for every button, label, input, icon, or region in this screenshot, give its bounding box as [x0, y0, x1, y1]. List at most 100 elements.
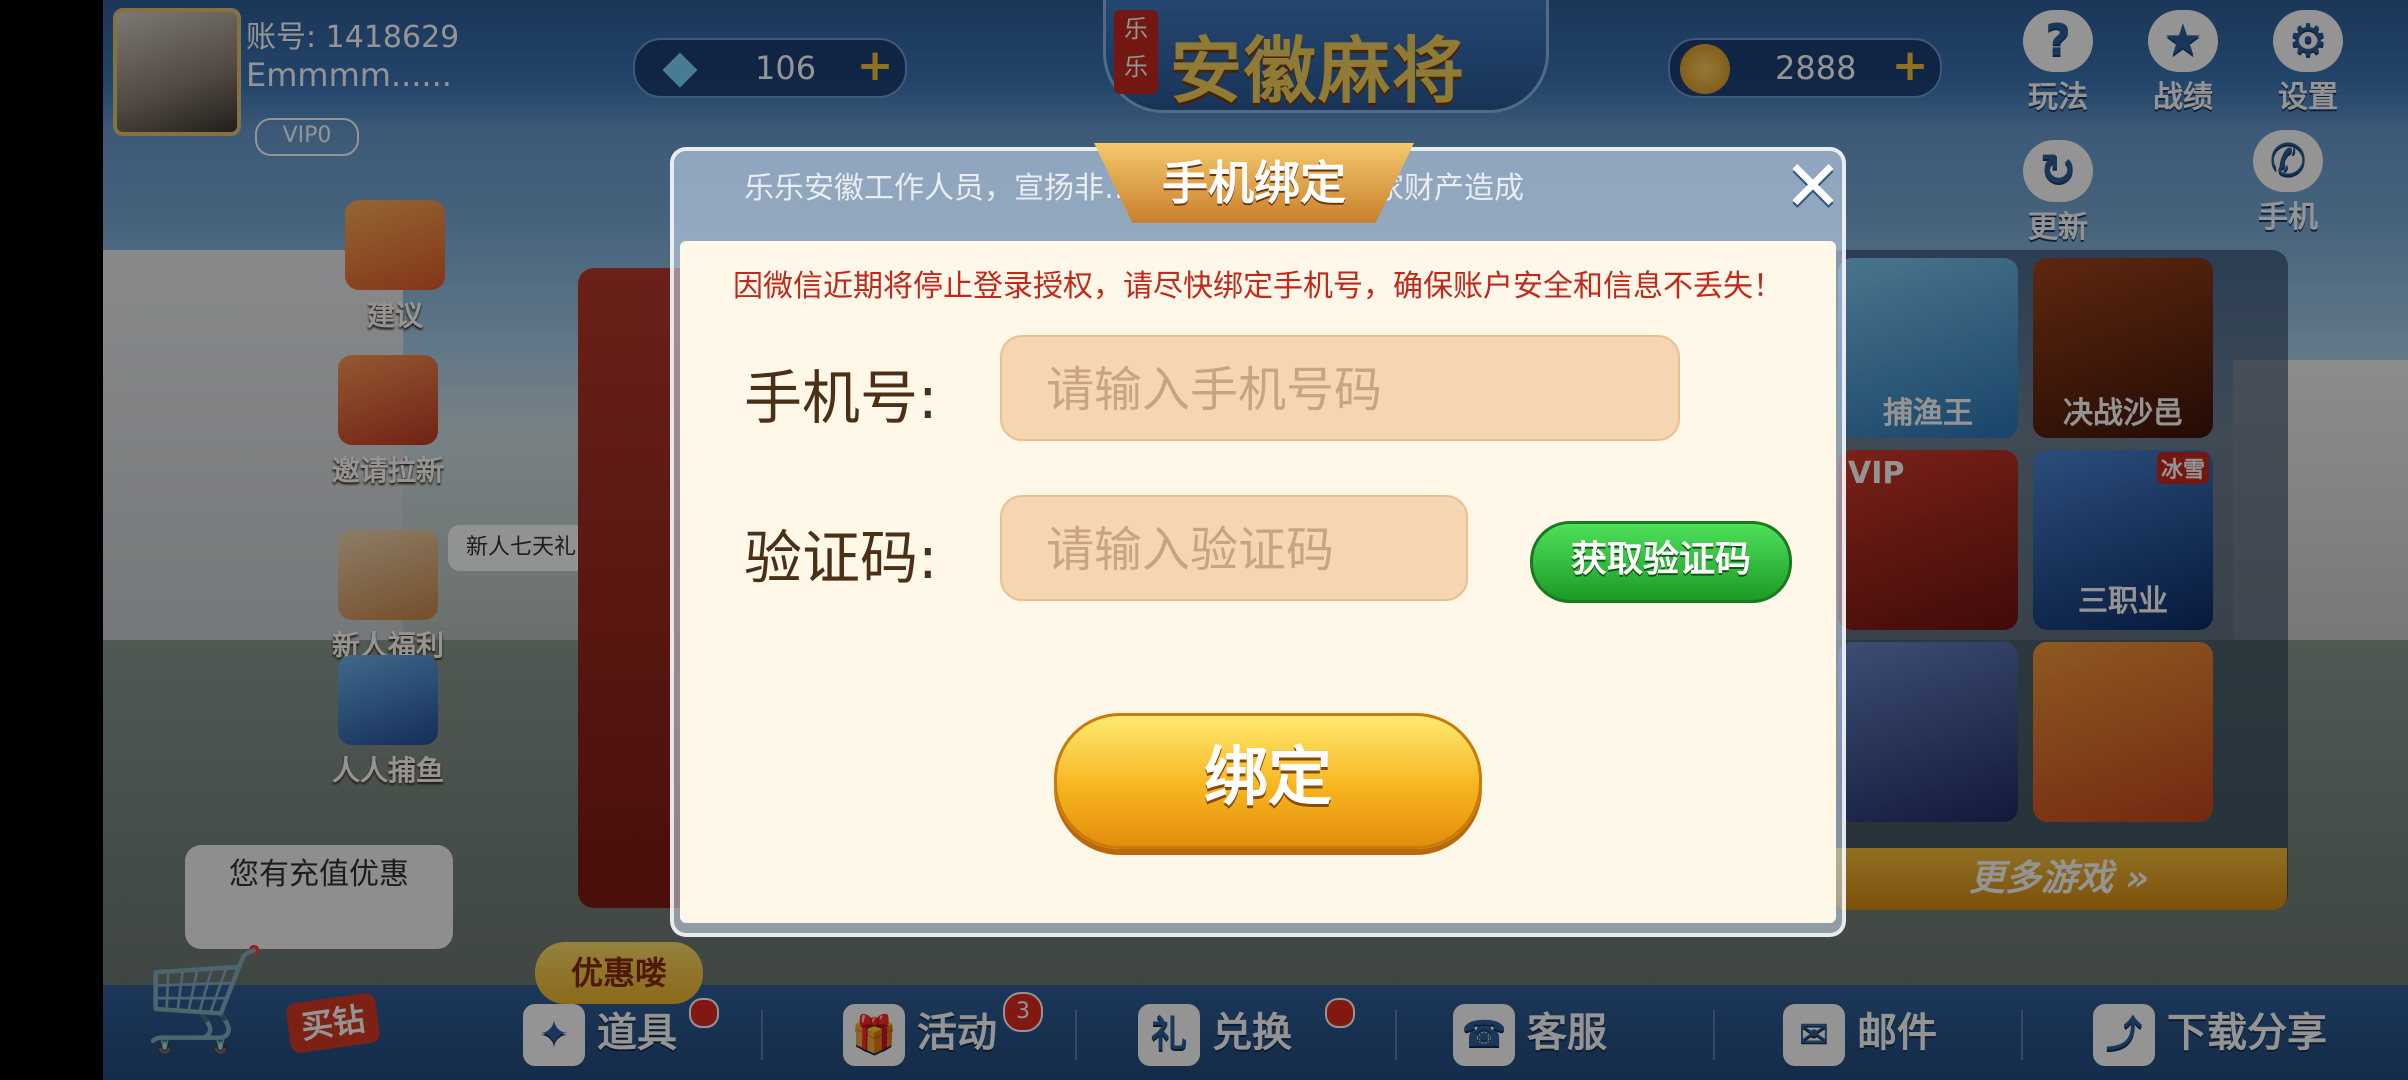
gift-icon: 🎁: [843, 1004, 905, 1066]
phone-icon: ✆: [2253, 130, 2323, 192]
activity-button[interactable]: 🎁 活动: [843, 995, 997, 1071]
game-tile-hero[interactable]: [1838, 642, 2018, 822]
gift-box-icon: 礼: [1138, 1004, 1200, 1066]
vip-badge[interactable]: VIP0: [255, 118, 359, 156]
phone-label: 手机号:: [744, 364, 938, 432]
left-house-scenery: [103, 250, 403, 670]
mail-label: 邮件: [1857, 1010, 1937, 1056]
diamond-balance: ◆ 106 +: [633, 38, 907, 98]
get-code-button[interactable]: 获取验证码: [1530, 521, 1792, 603]
divider: [1075, 1010, 1077, 1060]
buy-diamond-button[interactable]: 买钻: [284, 991, 382, 1055]
suggest-label: 建议: [366, 299, 423, 332]
game-tile-tag: 冰雪: [2156, 452, 2209, 484]
game-tile-label: VIP: [1848, 456, 1905, 491]
divider: [1395, 1010, 1397, 1060]
newbie-welfare-label: 新人福利: [331, 629, 444, 662]
recharge-promo-bubble: 您有充值优惠: [185, 845, 453, 949]
activity-label: 活动: [917, 1010, 997, 1056]
game-tile-label: 捕渔王: [1883, 396, 1973, 431]
cart-icon[interactable]: 🛒: [143, 940, 268, 1060]
question-icon: ?: [2023, 10, 2093, 72]
service-label: 客服: [1527, 1010, 1607, 1056]
mascot-icon: [338, 530, 438, 620]
activity-count-badge: 3: [1003, 992, 1043, 1032]
account-id: 账号: 1418629: [246, 20, 460, 55]
star-icon: ★: [2148, 10, 2218, 72]
game-tile-dragon[interactable]: 冰雪 三职业: [2033, 450, 2213, 630]
exchange-button[interactable]: 礼兑换: [1138, 995, 1292, 1071]
exchange-red-dot: [1325, 998, 1355, 1028]
close-icon[interactable]: ✕: [1770, 145, 1856, 227]
share-icon: ⤴: [2093, 1004, 2155, 1066]
headset-icon: ☎: [1453, 1004, 1515, 1066]
record-button[interactable]: ★ 战绩: [2128, 10, 2238, 116]
more-games-button[interactable]: 更多游戏 »: [1831, 848, 2287, 910]
game-logo: 乐乐 安徽麻将: [1103, 0, 1549, 113]
fishing-game-button[interactable]: 人人捕鱼: [318, 655, 458, 789]
update-button[interactable]: ↻ 更新: [2003, 140, 2113, 246]
invite-button[interactable]: 邀请拉新: [318, 355, 458, 489]
diamond-count: 106: [755, 49, 817, 87]
help-button[interactable]: ? 玩法: [2003, 10, 2113, 116]
share-button[interactable]: ⤴ 下载分享: [2093, 995, 2327, 1071]
record-label: 战绩: [2153, 80, 2213, 115]
diamond-icon: ◆: [662, 39, 698, 93]
logo-seal: 乐乐: [1114, 10, 1158, 94]
phone-binding-dialog: 乐乐安徽工作人员，宣扬非……播谣言等，对玩家财产造成 手机绑定 ✕ 因微信近期将…: [670, 143, 1846, 937]
update-label: 更新: [2028, 210, 2088, 245]
verification-code-input[interactable]: 请输入验证码: [1000, 495, 1468, 601]
coin-icon: [1680, 44, 1730, 94]
slot-machine-icon: [338, 355, 438, 445]
fishing-label: 人人捕鱼: [331, 754, 444, 787]
game-tile-label: 三职业: [2078, 584, 2168, 619]
phone-button[interactable]: ✆ 手机: [2233, 130, 2343, 236]
invite-label: 邀请拉新: [331, 454, 444, 487]
gear-icon: ⚙: [2273, 10, 2343, 72]
newbie-gift-bubble: 新人七天礼: [448, 525, 594, 571]
wand-icon: ✦: [523, 1004, 585, 1066]
suggest-button[interactable]: 建议: [325, 200, 465, 334]
notepad-icon: [345, 200, 445, 290]
avatar[interactable]: [113, 8, 241, 136]
logo-title: 安徽麻将: [1170, 29, 1467, 113]
bind-button[interactable]: 绑定: [1054, 713, 1482, 849]
dialog-title: 手机绑定: [1094, 143, 1414, 223]
help-label: 玩法: [2028, 80, 2088, 115]
mail-button[interactable]: ✉ 邮件: [1783, 995, 1937, 1071]
customer-service-button[interactable]: ☎ 客服: [1453, 995, 1607, 1071]
refresh-icon: ↻: [2023, 140, 2093, 202]
add-diamond-button[interactable]: +: [855, 44, 895, 88]
items-label: 道具: [597, 1010, 677, 1056]
phone-label: 手机: [2258, 200, 2318, 235]
dialog-panel: 因微信近期将停止登录授权，请尽快绑定手机号，确保账户安全和信息不丢失！ 手机号:…: [680, 241, 1836, 923]
add-coin-button[interactable]: +: [1890, 44, 1930, 88]
game-tile-fishing-king[interactable]: 捕渔王: [1838, 258, 2018, 438]
nickname: Emmmm......: [246, 56, 452, 94]
share-label: 下载分享: [2167, 1010, 2327, 1056]
shark-icon: [338, 655, 438, 745]
game-tile-battle[interactable]: 决战沙邑: [2033, 258, 2213, 438]
phone-number-input[interactable]: 请输入手机号码: [1000, 335, 1680, 441]
right-house-scenery: [2233, 360, 2408, 640]
game-tile-label: 决战沙邑: [2063, 396, 2183, 431]
promo-badge: 优惠喽: [535, 942, 703, 1004]
envelope-icon: ✉: [1783, 1004, 1845, 1066]
settings-label: 设置: [2278, 80, 2338, 115]
settings-button[interactable]: ⚙ 设置: [2253, 10, 2363, 116]
top-bar: [103, 0, 2408, 130]
items-red-dot: [689, 998, 719, 1028]
items-button[interactable]: ✦ 道具: [523, 995, 677, 1071]
divider: [2021, 1010, 2023, 1060]
game-tile-vip[interactable]: VIP: [1838, 450, 2018, 630]
binding-notice: 因微信近期将停止登录授权，请尽快绑定手机号，确保账户安全和信息不丢失！: [733, 269, 1783, 304]
bottom-bar: [103, 985, 2408, 1080]
coin-count: 2888: [1775, 49, 1857, 87]
exchange-label: 兑换: [1212, 1010, 1292, 1056]
divider: [1713, 1010, 1715, 1060]
divider: [761, 1010, 763, 1060]
verification-code-label: 验证码:: [744, 524, 938, 592]
newbie-welfare-button[interactable]: 新人福利: [318, 530, 458, 664]
game-tile-shark[interactable]: [2033, 642, 2213, 822]
game-tiles-panel: [1828, 250, 2288, 910]
